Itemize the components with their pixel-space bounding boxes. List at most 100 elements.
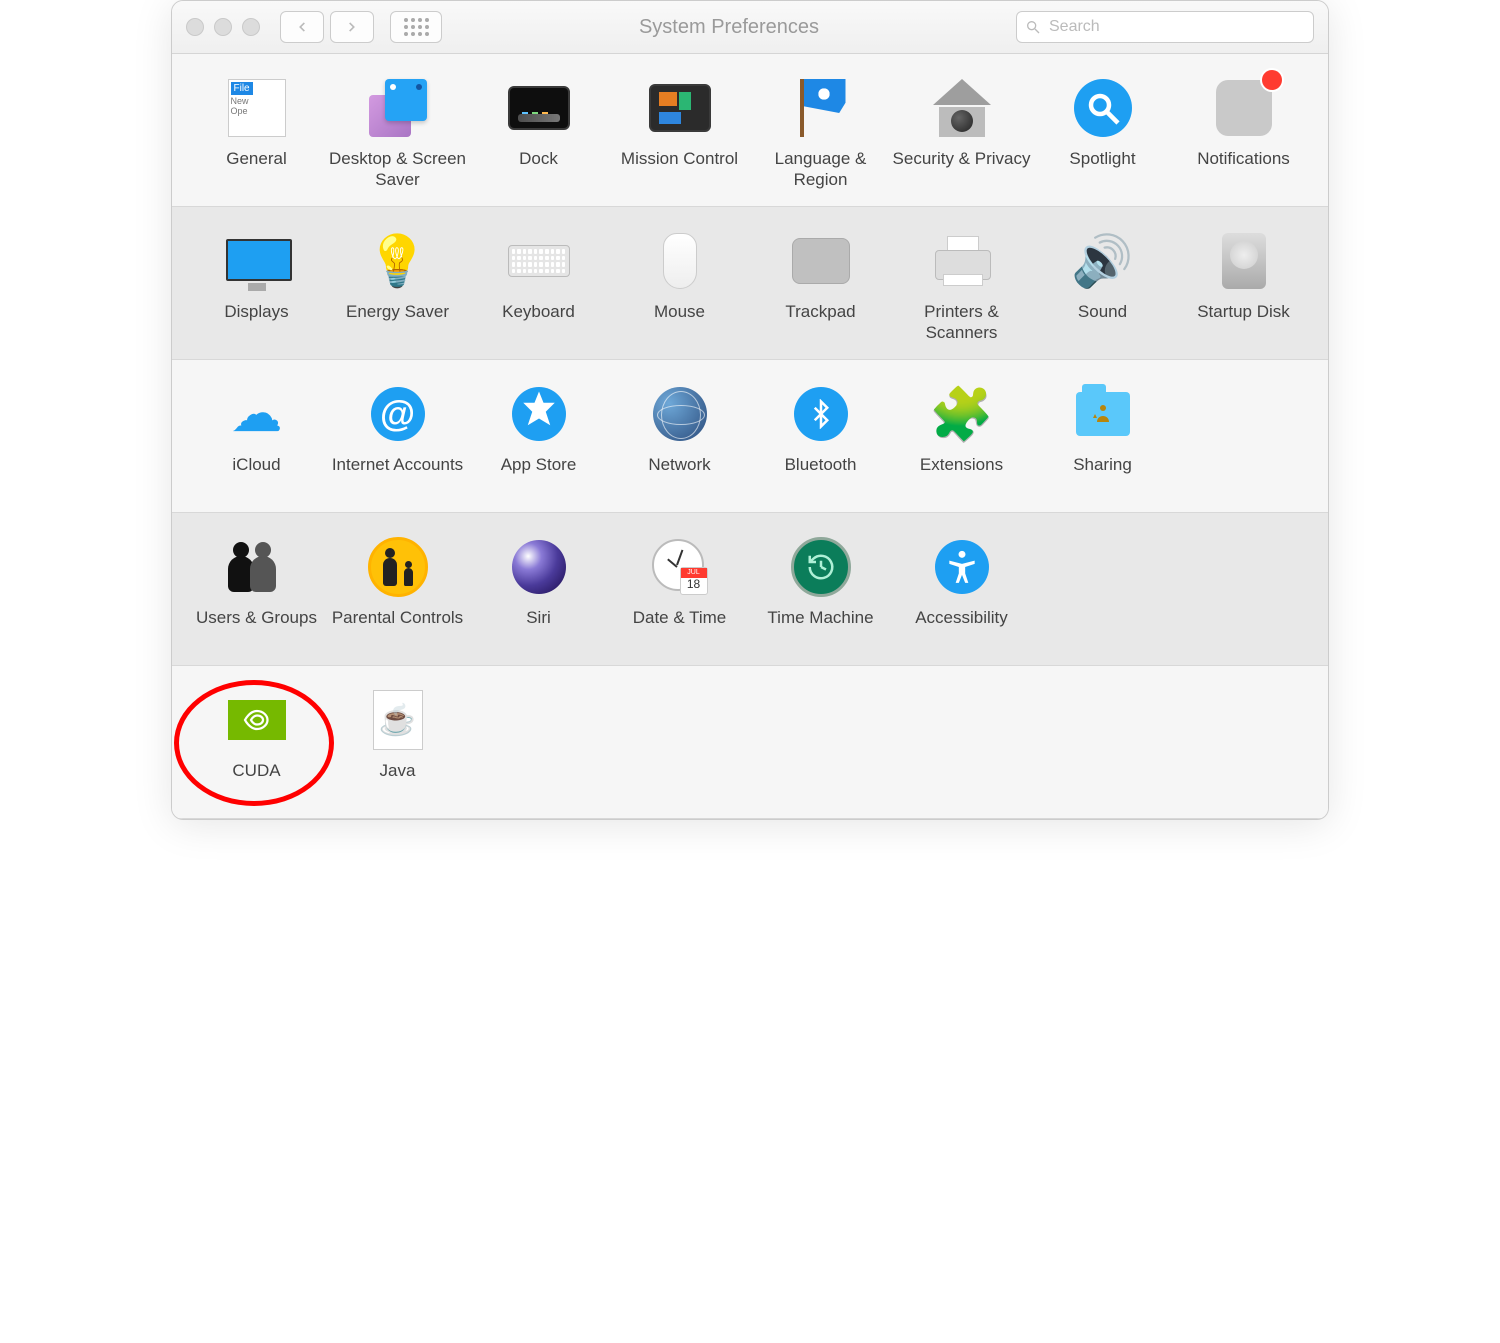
notification-badge: [1262, 70, 1282, 90]
extensions-icon: 🧩: [928, 380, 996, 448]
pref-item-label: Network: [648, 454, 710, 498]
keyboard-icon: [505, 227, 573, 295]
pref-row: Users & GroupsParental Controls Siri JUL18…: [172, 513, 1328, 666]
pref-item-spotlight[interactable]: Spotlight: [1032, 74, 1173, 192]
appstore-icon: [505, 380, 573, 448]
pref-item-sound[interactable]: 🔊Sound: [1032, 227, 1173, 345]
pref-item-label: Mission Control: [621, 148, 738, 192]
pref-item-label: Startup Disk: [1197, 301, 1290, 345]
pref-item-java[interactable]: ☕ Java: [327, 686, 468, 804]
pref-item-label: iCloud: [232, 454, 280, 498]
system-preferences-window: System Preferences FileNewOpeGeneralDesk…: [171, 0, 1329, 820]
pref-item-label: Desktop & Screen Saver: [327, 148, 468, 192]
java-icon: ☕: [364, 686, 432, 754]
pref-item-appstore[interactable]: App Store: [468, 380, 609, 498]
titlebar: System Preferences: [172, 1, 1328, 54]
pref-item-label: Bluetooth: [785, 454, 857, 498]
pref-item-label: Extensions: [920, 454, 1003, 498]
pref-item-label: Energy Saver: [346, 301, 449, 345]
pref-item-energy[interactable]: 💡 Energy Saver: [327, 227, 468, 345]
pref-item-mission[interactable]: Mission Control: [609, 74, 750, 192]
pref-item-accessibility[interactable]: Accessibility: [891, 533, 1032, 651]
back-button[interactable]: [280, 11, 324, 43]
notifications-icon: [1210, 74, 1278, 142]
users-icon: [223, 533, 291, 601]
pref-item-label: Internet Accounts: [332, 454, 463, 498]
pref-item-desktop[interactable]: Desktop & Screen Saver: [327, 74, 468, 192]
pref-item-parental[interactable]: Parental Controls: [327, 533, 468, 651]
pref-item-security[interactable]: Security & Privacy: [891, 74, 1032, 192]
sharing-icon: [1069, 380, 1137, 448]
nav-buttons: [280, 11, 374, 43]
pref-item-label: Sound: [1078, 301, 1127, 345]
pref-item-label: CUDA: [232, 760, 280, 804]
timemachine-icon: [787, 533, 855, 601]
pref-item-keyboard[interactable]: Keyboard: [468, 227, 609, 345]
search-input[interactable]: [1047, 17, 1305, 37]
internet-icon: @: [364, 380, 432, 448]
zoom-window-button[interactable]: [242, 18, 260, 36]
security-icon: [928, 74, 996, 142]
pref-item-label: Parental Controls: [332, 607, 463, 651]
pref-item-icloud[interactable]: ☁iCloud: [186, 380, 327, 498]
pref-item-timemachine[interactable]: Time Machine: [750, 533, 891, 651]
cuda-icon: [223, 686, 291, 754]
chevron-right-icon: [345, 20, 359, 34]
bluetooth-icon: [787, 380, 855, 448]
pref-item-label: Trackpad: [785, 301, 855, 345]
preference-panes: FileNewOpeGeneralDesktop & Screen Saver D…: [172, 54, 1328, 819]
pref-item-label: Sharing: [1073, 454, 1132, 498]
desktop-icon: [364, 74, 432, 142]
network-icon: [646, 380, 714, 448]
general-icon: FileNewOpe: [223, 74, 291, 142]
pref-item-internet[interactable]: @ Internet Accounts: [327, 380, 468, 498]
pref-item-mouse[interactable]: Mouse: [609, 227, 750, 345]
chevron-left-icon: [295, 20, 309, 34]
pref-row: FileNewOpeGeneralDesktop & Screen Saver D…: [172, 54, 1328, 207]
pref-item-trackpad[interactable]: Trackpad: [750, 227, 891, 345]
pref-item-label: Spotlight: [1069, 148, 1135, 192]
pref-item-label: Java: [380, 760, 416, 804]
displays-icon: [223, 227, 291, 295]
pref-item-label: App Store: [501, 454, 577, 498]
search-icon: [1025, 19, 1041, 35]
pref-item-label: Displays: [224, 301, 288, 345]
grid-icon: [404, 18, 429, 36]
pref-item-extensions[interactable]: 🧩 Extensions: [891, 380, 1032, 498]
pref-item-cuda[interactable]: CUDA: [186, 686, 327, 804]
pref-item-label: Dock: [519, 148, 558, 192]
pref-item-users[interactable]: Users & Groups: [186, 533, 327, 651]
pref-item-datetime[interactable]: JUL18 Date & Time: [609, 533, 750, 651]
pref-item-general[interactable]: FileNewOpeGeneral: [186, 74, 327, 192]
pref-item-sharing[interactable]: Sharing: [1032, 380, 1173, 498]
minimize-window-button[interactable]: [214, 18, 232, 36]
close-window-button[interactable]: [186, 18, 204, 36]
pref-row: ☁iCloud @ Internet Accounts App Store Networ…: [172, 360, 1328, 513]
pref-item-printers[interactable]: Printers & Scanners: [891, 227, 1032, 345]
spotlight-icon: [1069, 74, 1137, 142]
show-all-button[interactable]: [390, 11, 442, 43]
pref-item-label: Time Machine: [767, 607, 873, 651]
pref-row: Displays 💡 Energy Saver KeyboardMouse Trackp…: [172, 207, 1328, 360]
window-title: System Preferences: [452, 16, 1006, 39]
pref-item-label: Siri: [526, 607, 551, 651]
pref-item-displays[interactable]: Displays: [186, 227, 327, 345]
search-field[interactable]: [1016, 11, 1314, 43]
mouse-icon: [646, 227, 714, 295]
datetime-icon: JUL18: [646, 533, 714, 601]
energy-icon: 💡: [364, 227, 432, 295]
forward-button[interactable]: [330, 11, 374, 43]
pref-item-dock[interactable]: Dock: [468, 74, 609, 192]
pref-item-startup[interactable]: Startup Disk: [1173, 227, 1314, 345]
pref-item-label: Security & Privacy: [893, 148, 1031, 192]
language-icon: [787, 74, 855, 142]
accessibility-icon: [928, 533, 996, 601]
pref-item-bluetooth[interactable]: Bluetooth: [750, 380, 891, 498]
pref-item-label: Date & Time: [633, 607, 727, 651]
pref-item-language[interactable]: Language & Region: [750, 74, 891, 192]
pref-item-network[interactable]: Network: [609, 380, 750, 498]
pref-item-siri[interactable]: Siri: [468, 533, 609, 651]
pref-item-notifications[interactable]: Notifications: [1173, 74, 1314, 192]
pref-item-label: Printers & Scanners: [891, 301, 1032, 345]
pref-item-label: Accessibility: [915, 607, 1008, 651]
